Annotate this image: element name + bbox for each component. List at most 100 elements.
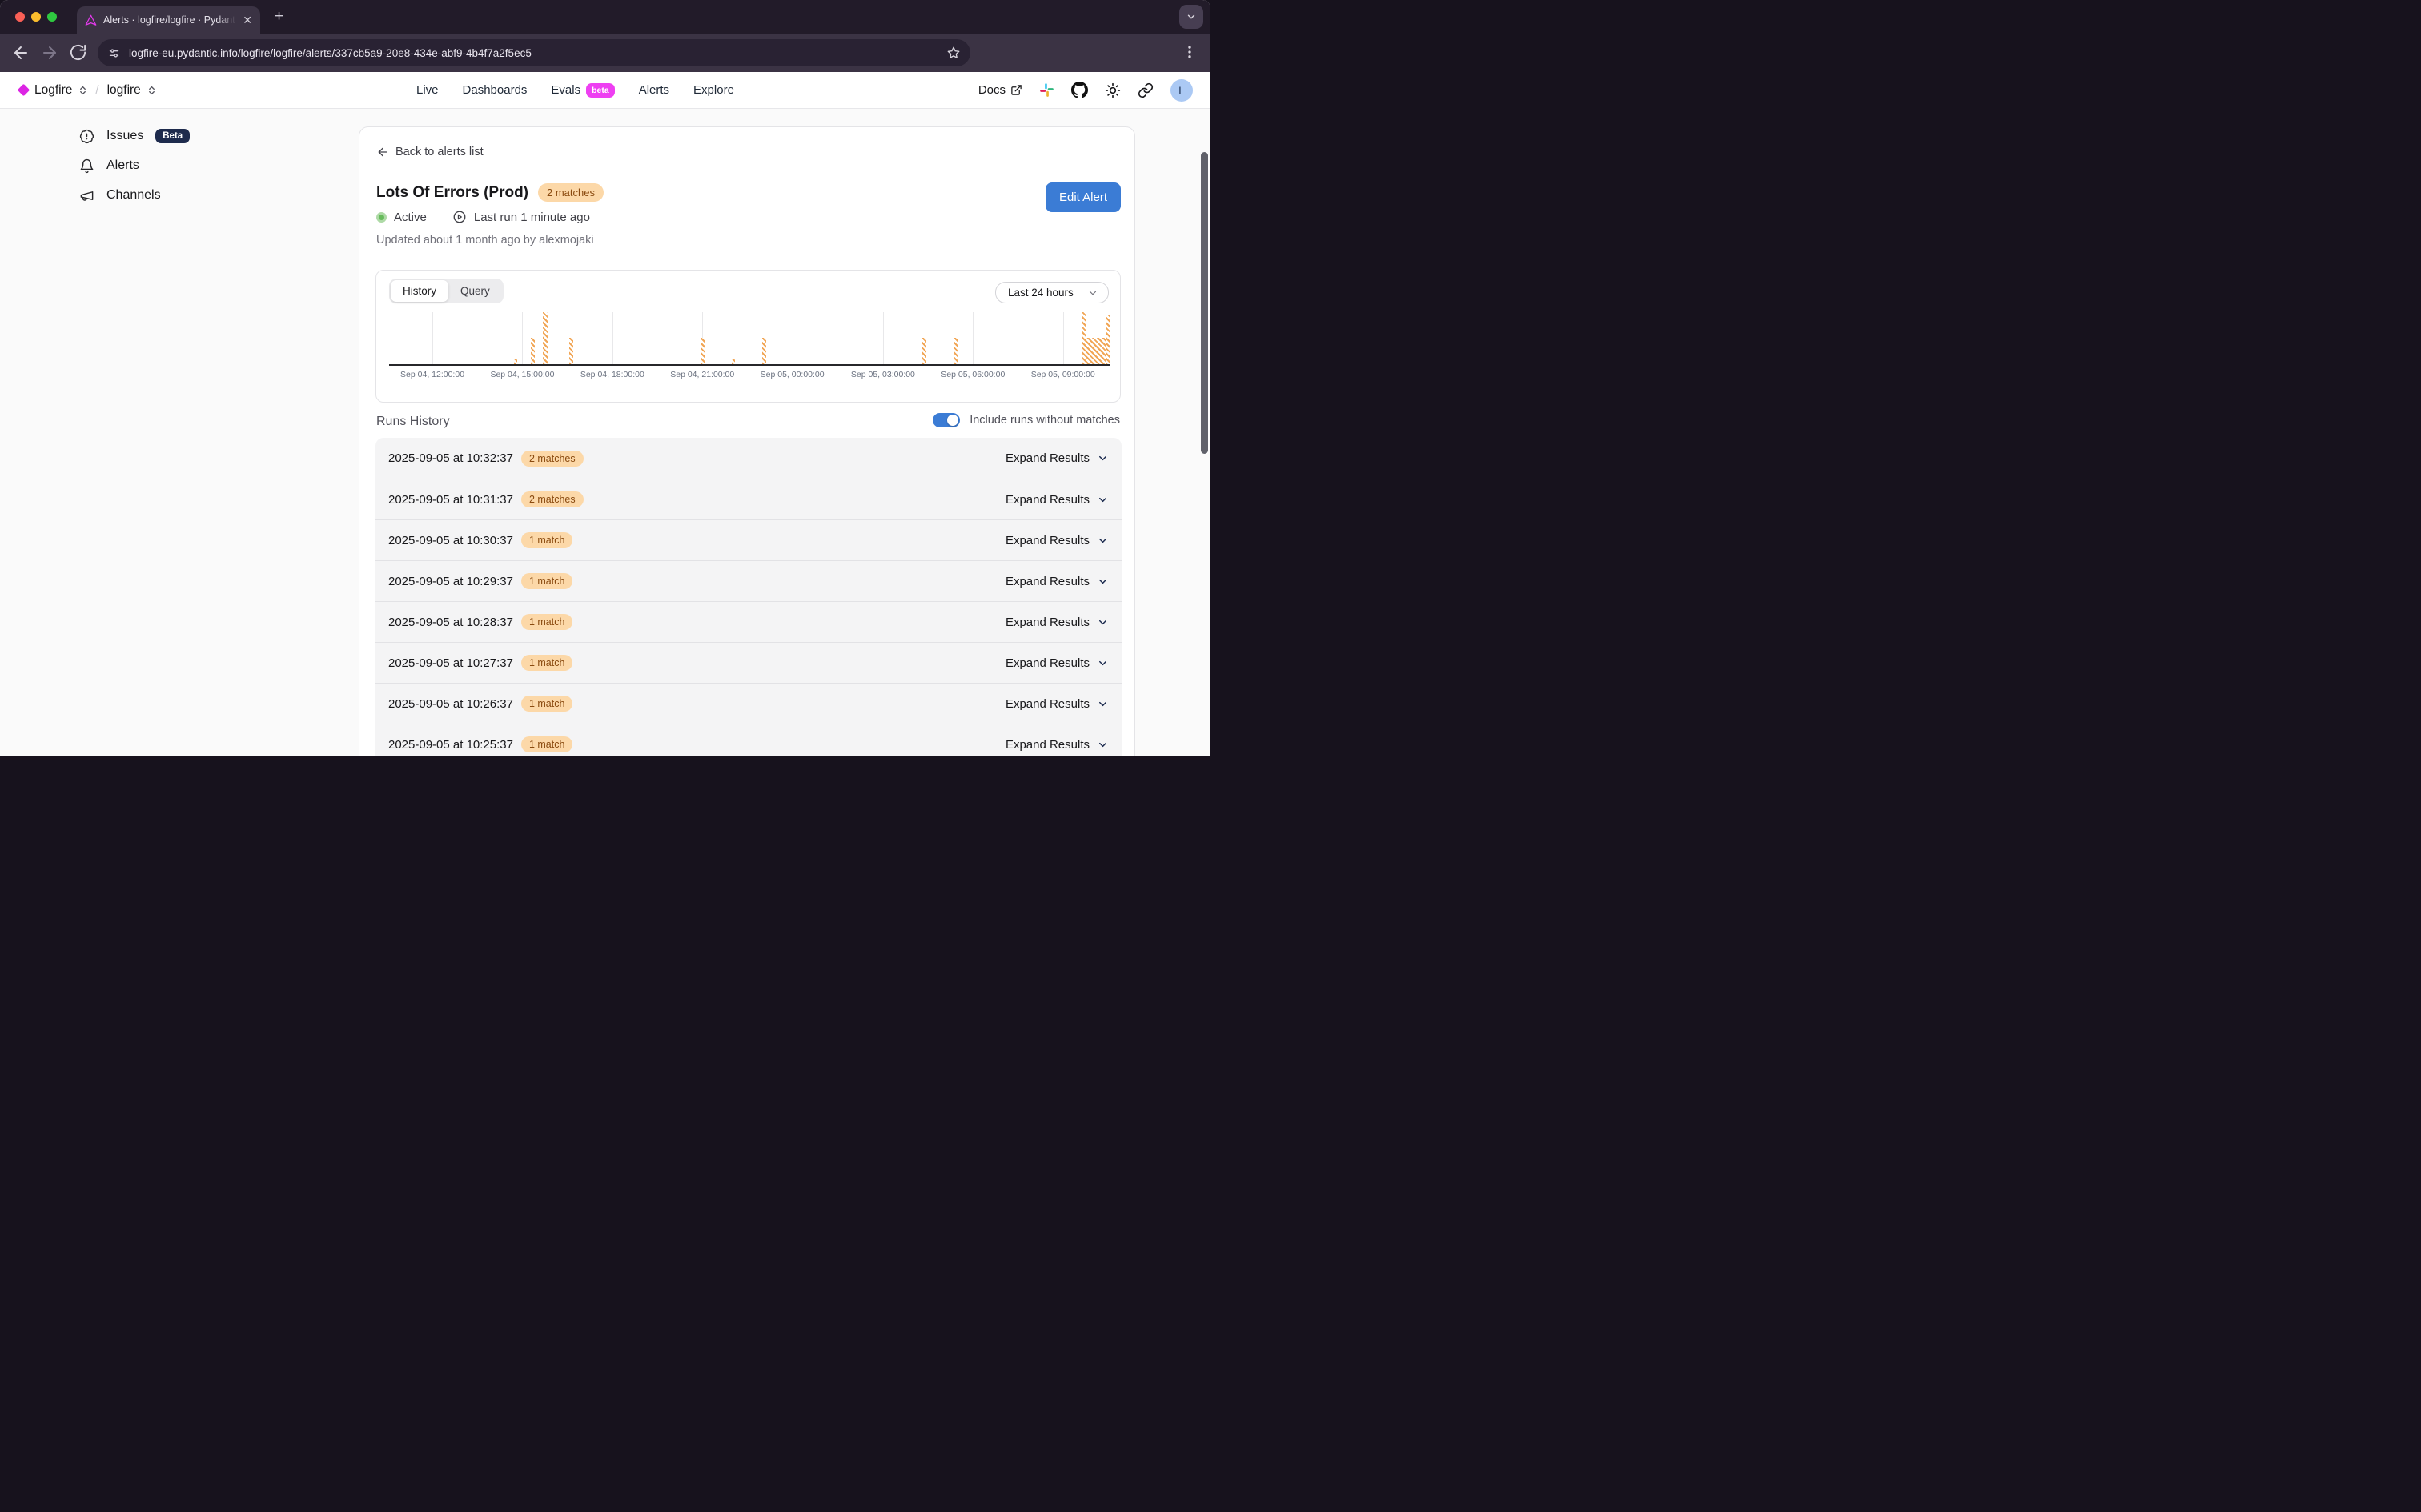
chevron-down-icon bbox=[1097, 535, 1109, 547]
tab-search-button[interactable] bbox=[1179, 5, 1203, 29]
runs-list: 2025-09-05 at 10:32:37 2 matches Expand Re… bbox=[375, 438, 1122, 756]
close-window-button[interactable] bbox=[15, 12, 25, 22]
chevron-down-icon bbox=[1097, 739, 1109, 751]
expand-results-label: Expand Results bbox=[1006, 656, 1090, 670]
expand-results-button[interactable]: Expand Results bbox=[1006, 738, 1109, 752]
run-row: 2025-09-05 at 10:31:372 matchesExpand Re… bbox=[375, 479, 1122, 519]
matches-bar-chart bbox=[402, 312, 1110, 364]
sidebar-item-alerts[interactable]: Alerts bbox=[79, 154, 352, 177]
expand-results-label: Expand Results bbox=[1006, 451, 1090, 465]
bookmark-star-icon[interactable] bbox=[946, 46, 961, 60]
updated-label: Updated about 1 month ago by alexmojaki bbox=[376, 234, 594, 247]
browser-window: Alerts · logfire/logfire · Pydant ✕ + lo… bbox=[0, 0, 1210, 756]
run-timestamp: 2025-09-05 at 10:27:37 bbox=[388, 656, 513, 670]
share-link-icon[interactable] bbox=[1138, 82, 1154, 98]
nav-link-dashboards[interactable]: Dashboards bbox=[463, 83, 528, 97]
slack-icon[interactable] bbox=[1039, 82, 1054, 98]
expand-results-button[interactable]: Expand Results bbox=[1006, 616, 1109, 629]
edit-alert-button[interactable]: Edit Alert bbox=[1046, 182, 1121, 212]
breadcrumb: Logfire / logfire bbox=[19, 72, 156, 108]
include-runs-toggle[interactable] bbox=[933, 413, 960, 427]
history-card: History Query Last 24 hours Sep 04, 12:0… bbox=[375, 270, 1121, 403]
expand-results-button[interactable]: Expand Results bbox=[1006, 697, 1109, 711]
zoom-window-button[interactable] bbox=[47, 12, 57, 22]
back-to-alerts-link[interactable]: Back to alerts list bbox=[376, 146, 484, 158]
address-bar[interactable]: logfire-eu.pydantic.info/logfire/logfire… bbox=[98, 39, 970, 66]
github-icon[interactable] bbox=[1071, 82, 1088, 98]
forward-icon[interactable] bbox=[40, 43, 59, 62]
expand-results-label: Expand Results bbox=[1006, 738, 1090, 752]
nav-link-label: Live bbox=[416, 83, 439, 97]
browser-tab[interactable]: Alerts · logfire/logfire · Pydant ✕ bbox=[77, 6, 260, 34]
back-label: Back to alerts list bbox=[395, 146, 484, 158]
nav-link-label: Explore bbox=[693, 83, 734, 97]
run-matches-badge: 2 matches bbox=[521, 491, 584, 507]
url-text[interactable]: logfire-eu.pydantic.info/logfire/logfire… bbox=[129, 47, 946, 59]
expand-results-button[interactable]: Expand Results bbox=[1006, 656, 1109, 670]
docs-link[interactable]: Docs bbox=[978, 83, 1022, 97]
nav-link-explore[interactable]: Explore bbox=[693, 83, 734, 97]
sidebar-beta-badge: Beta bbox=[155, 129, 190, 143]
run-row: 2025-09-05 at 10:32:372 matchesExpand Re… bbox=[375, 438, 1122, 479]
nav-link-alerts[interactable]: Alerts bbox=[639, 83, 669, 97]
chart-gridline bbox=[522, 312, 523, 364]
chart-gridline bbox=[883, 312, 884, 364]
expand-results-label: Expand Results bbox=[1006, 493, 1090, 507]
org-select-chevrons-icon[interactable] bbox=[78, 85, 87, 96]
expand-results-button[interactable]: Expand Results bbox=[1006, 451, 1109, 465]
sidebar-item-channels[interactable]: Channels bbox=[79, 184, 352, 207]
active-status-dot-icon bbox=[376, 212, 387, 223]
x-axis-tick-label: Sep 05, 09:00:00 bbox=[1031, 370, 1095, 379]
project-select-chevrons-icon[interactable] bbox=[147, 85, 156, 96]
chevron-down-icon bbox=[1097, 698, 1109, 710]
theme-toggle-sun-icon[interactable] bbox=[1105, 82, 1121, 98]
tab-query[interactable]: Query bbox=[448, 280, 502, 302]
run-matches-badge: 1 match bbox=[521, 573, 572, 589]
badge-alert-icon bbox=[79, 129, 94, 144]
expand-results-button[interactable]: Expand Results bbox=[1006, 534, 1109, 547]
status-label: Active bbox=[394, 211, 427, 224]
browser-menu-icon[interactable] bbox=[1182, 44, 1198, 60]
time-range-select[interactable]: Last 24 hours bbox=[995, 282, 1109, 303]
tab-history[interactable]: History bbox=[391, 280, 448, 302]
run-matches-badge: 1 match bbox=[521, 736, 572, 752]
reload-icon[interactable] bbox=[69, 43, 87, 62]
new-tab-button[interactable]: + bbox=[275, 8, 283, 26]
arrow-left-icon bbox=[376, 146, 389, 158]
expand-results-button[interactable]: Expand Results bbox=[1006, 493, 1109, 507]
run-timestamp: 2025-09-05 at 10:28:37 bbox=[388, 616, 513, 629]
x-axis-tick-label: Sep 05, 06:00:00 bbox=[941, 370, 1005, 379]
expand-results-button[interactable]: Expand Results bbox=[1006, 575, 1109, 588]
org-switcher[interactable]: Logfire bbox=[34, 83, 72, 98]
beta-badge: beta bbox=[586, 83, 615, 98]
page-scrollbar-thumb[interactable] bbox=[1201, 152, 1208, 454]
run-timestamp: 2025-09-05 at 10:30:37 bbox=[388, 534, 513, 547]
browser-tabstrip: Alerts · logfire/logfire · Pydant ✕ + bbox=[0, 0, 1210, 34]
history-query-tabs: History Query bbox=[389, 279, 504, 303]
nav-link-live[interactable]: Live bbox=[416, 83, 439, 97]
run-matches-badge: 1 match bbox=[521, 655, 572, 671]
run-timestamp: 2025-09-05 at 10:32:37 bbox=[388, 451, 513, 465]
page-body: Issues Beta Alerts Channels Back to alerts … bbox=[0, 109, 1210, 756]
chart-gridline bbox=[612, 312, 613, 364]
nav-links: Live Dashboards Evalsbeta Alerts Explore bbox=[416, 72, 734, 108]
chart-bar bbox=[1082, 312, 1086, 364]
site-settings-icon[interactable] bbox=[107, 46, 121, 60]
play-circle-icon bbox=[452, 210, 467, 224]
x-axis-tick-label: Sep 05, 00:00:00 bbox=[761, 370, 825, 379]
tab-close-icon[interactable]: ✕ bbox=[243, 14, 252, 26]
bell-icon bbox=[79, 158, 94, 174]
sidebar-item-label: Issues bbox=[106, 129, 143, 143]
nav-link-evals[interactable]: Evalsbeta bbox=[551, 83, 614, 98]
sidebar-item-issues[interactable]: Issues Beta bbox=[79, 125, 352, 147]
minimize-window-button[interactable] bbox=[31, 12, 41, 22]
user-avatar[interactable]: L bbox=[1170, 79, 1193, 102]
x-axis-tick-label: Sep 04, 18:00:00 bbox=[580, 370, 644, 379]
chevron-down-icon bbox=[1097, 576, 1109, 588]
runs-history-title: Runs History bbox=[376, 415, 450, 429]
back-icon[interactable] bbox=[11, 43, 30, 62]
project-switcher[interactable]: logfire bbox=[107, 83, 141, 98]
expand-results-label: Expand Results bbox=[1006, 616, 1090, 629]
chart-gridline bbox=[432, 312, 433, 364]
chevron-down-icon bbox=[1097, 616, 1109, 628]
